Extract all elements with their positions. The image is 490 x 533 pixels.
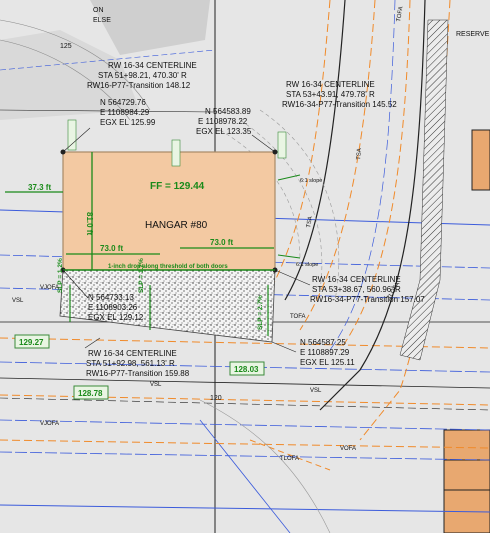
contour-label-1: 125 xyxy=(60,43,72,50)
se-coord-el: EGX EL 125.11 xyxy=(300,358,355,367)
threshold-note: 1-inch drop along threshold of both door… xyxy=(108,264,228,270)
spot-elev-a: 129.27 xyxy=(19,338,44,347)
lt-tsa-2: TSA xyxy=(356,148,363,160)
site-plan-canvas: ON ELSE RESERVE RW 16-34 CENTERLINE STA … xyxy=(0,0,490,533)
ne-centerline-l3: RW16-34-P77-Transition 145.52 xyxy=(282,100,397,109)
ne-coord-n: N 564583.89 xyxy=(205,107,251,116)
se-coord-n: N 564587.25 xyxy=(300,338,346,347)
map-label-top-right: RESERVE xyxy=(456,31,490,38)
spot-elev-b: 128.03 xyxy=(234,365,259,374)
map-label-top-left-b: ELSE xyxy=(93,17,111,24)
sw-coord-el: EGX EL 129.12 xyxy=(88,313,144,322)
nw-coord-n: N 564729.76 xyxy=(100,98,146,107)
slope-label-2: SLP = 1.2% xyxy=(138,258,145,293)
hangar-label: HANGAR #80 xyxy=(145,220,208,231)
adjacent-building-lower xyxy=(443,429,490,533)
lt-vsl-1: VSL xyxy=(12,298,24,304)
nw-centerline-l3: RW16-P77-Transition 148.12 xyxy=(87,81,191,90)
sw-centerline-l3: RW16-P77-Transition 159.88 xyxy=(86,369,190,378)
hangar-depth: 81.0 ft xyxy=(85,212,94,235)
nw-coord-e: E 1108984.29 xyxy=(100,108,150,117)
hangar-footprint[interactable] xyxy=(62,151,276,271)
ne-centerline-l2: STA 53+43.91, 479.78' R xyxy=(286,90,375,99)
tag-ne xyxy=(277,131,287,159)
contour-label-2: 120 xyxy=(210,395,222,402)
lt-tlofa-2: TLOFA xyxy=(280,456,299,462)
tag-n xyxy=(171,139,181,167)
se-centerline-l2: STA 53+38.67, 560.96' R xyxy=(312,285,401,294)
lt-vjofa-2: VJOFA xyxy=(40,421,59,427)
spot-elev-c: 128.78 xyxy=(78,389,103,398)
nw-coord-el: EGX EL 125.99 xyxy=(100,118,156,127)
slope-label-3: SLP = 2.7% xyxy=(257,295,264,330)
se-centerline-l1: RW 16-34 CENTERLINE xyxy=(312,275,401,284)
lt-vofa: VOFA xyxy=(340,446,356,452)
hangar-setback: 37.3 ft xyxy=(28,183,51,192)
lt-vsl-2: VSL xyxy=(150,382,162,388)
ne-coord-el: EGX EL 123.35 xyxy=(196,127,252,136)
ne-centerline-l1: RW 16-34 CENTERLINE xyxy=(286,80,375,89)
map-label-top-left-a: ON xyxy=(93,7,104,14)
hangar-width-right: 73.0 ft xyxy=(210,238,233,247)
hangar-width-left: 73.0 ft xyxy=(100,244,123,253)
se-centerline-l3: RW16-34-P77-Transition 157.07 xyxy=(310,295,425,304)
site-plan-drawing: ON ELSE RESERVE RW 16-34 CENTERLINE STA … xyxy=(0,0,490,533)
adjacent-building-upper xyxy=(471,129,490,191)
nw-centerline-l2: STA 51+98.21, 470.30' R xyxy=(98,71,187,80)
sw-coord-n: N 564733.13 xyxy=(88,293,134,302)
nw-centerline-l1: RW 16-34 CENTERLINE xyxy=(108,61,197,70)
tag-nw xyxy=(67,119,77,151)
se-coord-e: E 1108897.29 xyxy=(300,348,350,357)
lt-vjofa-1: VJOFA xyxy=(40,285,59,291)
hangar-ff: FF = 129.44 xyxy=(150,181,205,192)
slope-label-lower: 6:1 slope xyxy=(296,262,318,268)
lt-vsl-3: VSL xyxy=(310,388,322,394)
sw-centerline-l2: STA 51+92.98, 561.13' R xyxy=(86,359,175,368)
ne-coord-e: E 1108978.22 xyxy=(198,117,248,126)
sw-coord-e: E 1108903.26 xyxy=(88,303,138,312)
lt-tofa-1: TOFA xyxy=(290,314,306,320)
sw-centerline-l1: RW 16-34 CENTERLINE xyxy=(88,349,177,358)
slope-label-upper: 6:1 slope xyxy=(300,178,322,184)
